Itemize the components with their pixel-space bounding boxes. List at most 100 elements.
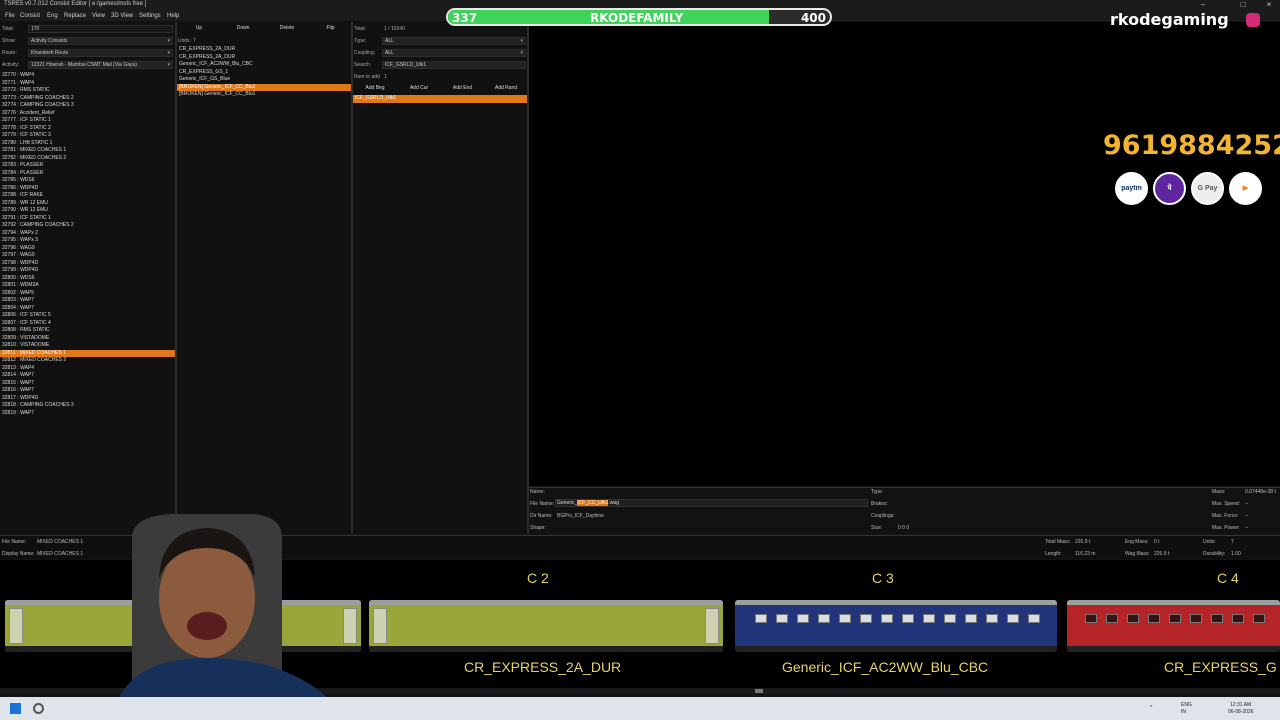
consist-item[interactable]: 32811 : MIXED COACHES 1 [0,349,175,357]
consist-item[interactable]: 32782 : MIXED COACHES 2 [0,155,175,163]
menu-consist[interactable]: Consist [20,13,40,19]
consist-item[interactable]: 32804 : WAP7 [0,305,175,313]
consist-item[interactable]: 32808 : RMS STATIC [0,327,175,335]
filename-field[interactable]: Generic_ICF_CC_Utk1.wag [555,499,868,507]
consist-item[interactable]: 32795 : WAPx 3 [0,237,175,245]
menu-file[interactable]: File [5,13,15,19]
result-item[interactable]: ICF_GSRLD_Utk1 [353,95,528,103]
down-button[interactable]: Down [221,24,265,33]
show-select[interactable]: Activity Consists ▾ [28,37,173,45]
menu-view[interactable]: View [92,13,105,19]
menu-eng[interactable]: Eng [47,13,58,19]
consist-item[interactable]: 32815 : WAP7 [0,380,175,388]
menu-replace[interactable]: Replace [64,13,86,19]
clock-time[interactable]: 12:31 AM [1230,702,1251,708]
consist-item[interactable]: 32791 : ICF STATIC 1 [0,215,175,223]
consist-item[interactable]: 32789 : WR 12 EMU [0,200,175,208]
consist-item[interactable]: 32818 : CAMPING COACHES 3 [0,402,175,410]
scrollbar-thumb[interactable] [755,689,763,693]
car-name: CR_EXPRESS_G [1164,659,1277,675]
flip-button[interactable]: Flip [309,24,352,33]
consist-item[interactable]: 32777 : ICF STATIC 1 [0,117,175,125]
unit-item[interactable]: CR_EXPRESS_2A_DUR [177,46,352,54]
menu-3dview[interactable]: 3D View [111,13,133,19]
units-list[interactable]: CR_EXPRESS_2A_DUR CR_EXPRESS_2A_DUR Generi… [177,46,352,99]
unit-item[interactable]: Generic_ICF_AC2WW_Blu_CBC [177,61,352,69]
menu-help[interactable]: Help [167,13,179,19]
consist-item[interactable]: 32807 : ICF STATIC 4 [0,320,175,328]
consist-item[interactable]: 32794 : WAPx 2 [0,230,175,238]
activity-select[interactable]: 12321 Howrah - Mumbai CSMT Mail (Via Gay… [28,61,173,69]
consist-item[interactable]: 32796 : WAG9 [0,245,175,253]
coach-duronto-2[interactable] [369,600,723,652]
consist-item[interactable]: 32786 : WDP4D [0,185,175,193]
maximize-icon[interactable]: □ [1232,0,1254,9]
consist-item[interactable]: 32817 : WDP4D [0,395,175,403]
consist-item[interactable]: 32819 : WAP7 [0,410,175,418]
consist-item[interactable]: 32781 : MIXED COACHES 1 [0,147,175,155]
add-beg-button[interactable]: Add Beg [353,84,397,93]
consist-item[interactable]: 32816 : WAP7 [0,387,175,395]
consist-item[interactable]: 32780 : LHB STATIC 1 [0,140,175,148]
consist-item[interactable]: 32792 : CAMPING COACHES 2 [0,222,175,230]
consist-item[interactable]: 32798 : WDP4D [0,260,175,268]
close-icon[interactable]: × [1258,0,1280,9]
coach-express-red[interactable] [1067,600,1280,652]
windows-start-icon[interactable] [10,703,21,714]
consist-item[interactable]: 32773 : CAMPING COACHES 2 [0,95,175,103]
num-value[interactable]: 1 [384,74,387,80]
coupling-select[interactable]: ALL ▾ [382,49,526,57]
minimize-icon[interactable]: – [1192,0,1214,9]
consist-item[interactable]: 32790 : WR 12 EMU [0,207,175,215]
consist-item[interactable]: 32783 : PLASSER [0,162,175,170]
info-filename-value[interactable]: MIXED COACHES 1 [37,539,83,545]
route-select[interactable]: Khandesh Route ▾ [28,49,173,57]
chevron-up-icon[interactable]: ^ [1150,705,1152,711]
consist-item[interactable]: 32810 : VISTADOME [0,342,175,350]
add-end-button[interactable]: Add End [441,84,484,93]
consist-item[interactable]: 32797 : WAG9 [0,252,175,260]
menu-settings[interactable]: Settings [139,13,161,19]
consist-item[interactable]: 32803 : WAP7 [0,297,175,305]
consist-item[interactable]: 32776 : Accident_Relief [0,110,175,118]
consist-item[interactable]: 32812 : MIXED COACHES 2 [0,357,175,365]
unit-item[interactable]: [BROKEN] Generic_ICF_CC_Blu1 [177,83,352,91]
consist-item[interactable]: 32784 : PLASSER [0,170,175,178]
consist-item[interactable]: 32806 : ICF STATIC 5 [0,312,175,320]
settings-icon[interactable] [33,703,44,714]
coach-underframe [1067,646,1280,652]
consist-item[interactable]: 32785 : WDS6 [0,177,175,185]
unit-item[interactable]: Generic_ICF_GS_Blue [177,76,352,84]
consist-item[interactable]: 32772 : RMS STATIC [0,87,175,95]
consist-item[interactable]: 32813 : WAP4 [0,365,175,373]
total-label: Total: [2,26,14,32]
consist-item[interactable]: 32814 : WAP7 [0,372,175,380]
search-input[interactable]: ICF_GSRLD_Utk1 [382,61,526,69]
up-button[interactable]: Up [177,24,221,33]
unit-item[interactable]: CR_EXPRESS_GS_1 [177,69,352,77]
consist-item[interactable]: 32774 : CAMPING COACHES 3 [0,102,175,110]
3d-viewport[interactable] [529,22,1280,486]
info-displayname-value[interactable]: MIXED COACHES 1 [37,551,83,557]
results-list[interactable]: ICF_GSRLD_Utk1 [353,95,528,103]
add-rand-button[interactable]: Add Rand [484,84,528,93]
consist-item[interactable]: 32771 : WAP4 [0,80,175,88]
add-cur-button[interactable]: Add Cur [397,84,441,93]
unit-item[interactable]: [BROKEN] Generic_ICF_CC_Blu1 [177,91,352,99]
lang-indicator[interactable]: ENG [1181,702,1192,708]
consist-item[interactable]: 32809 : VISTADOME [0,335,175,343]
delete-button[interactable]: Delete [265,24,309,33]
consist-item[interactable]: 32778 : ICF STATIC 2 [0,125,175,133]
consist-item[interactable]: 32801 : WDM3A [0,282,175,290]
coach-icf-blue[interactable] [735,600,1057,652]
consist-item[interactable]: 32800 : WDS6 [0,275,175,283]
type-select[interactable]: ALL ▾ [382,37,526,45]
consist-item[interactable]: 32799 : WDP4D [0,267,175,275]
consist-item[interactable]: 32802 : WAP5 [0,290,175,298]
consist-item[interactable]: 32770 : WAP4 [0,72,175,80]
unit-item[interactable]: CR_EXPRESS_2A_DUR [177,54,352,62]
consist-item[interactable]: 32779 : ICF STATIC 3 [0,132,175,140]
consist-list[interactable]: 32770 : WAP4 32771 : WAP4 32772 : RMS STAT… [0,72,175,417]
consist-item[interactable]: 32788 : ICF RAKE [0,192,175,200]
durability-value[interactable]: 1.00 [1231,551,1241,557]
